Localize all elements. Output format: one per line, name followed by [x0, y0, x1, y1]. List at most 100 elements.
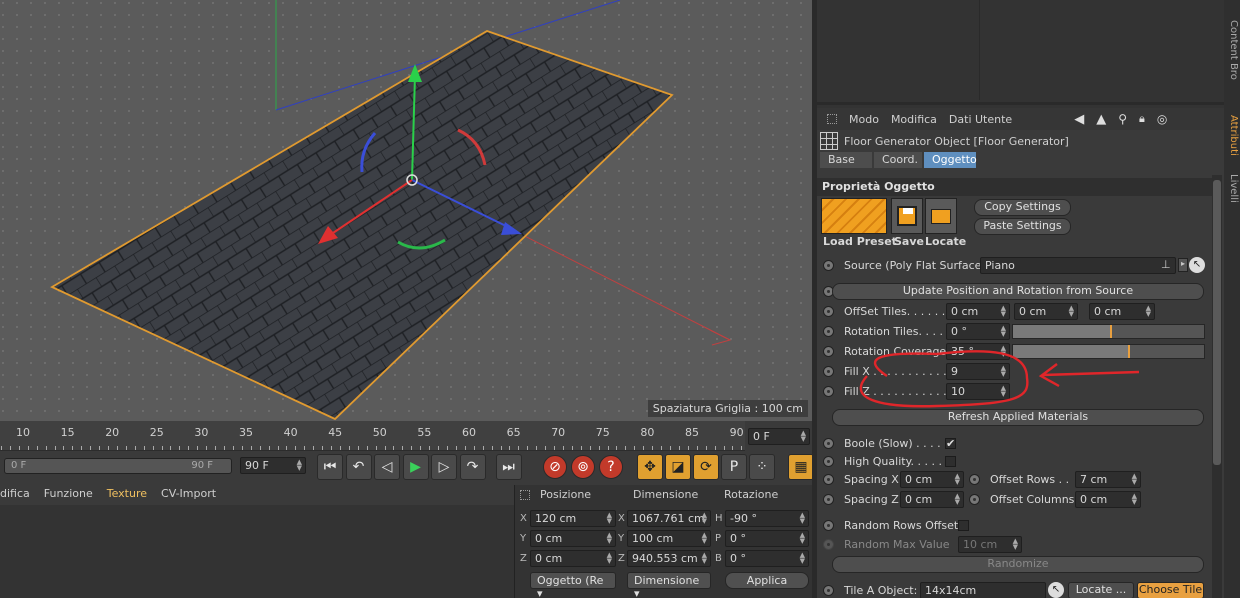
prev-frame-button[interactable]: ◁ — [374, 454, 400, 480]
tab-livelli[interactable]: Livelli — [1225, 170, 1239, 206]
grip-icon — [520, 490, 530, 500]
3d-viewport[interactable]: Spaziatura Griglia : 100 cm — [0, 0, 812, 421]
prev-key-button[interactable]: ↶ — [345, 454, 372, 480]
ruler-tick — [545, 446, 546, 450]
timeline-panel[interactable]: 10 15 20 25 30 35 40 45 50 55 60 65 70 75 80 85 90 0 F ▲… — [0, 421, 814, 485]
ruler-tick-label: 70 — [551, 426, 566, 439]
play-button[interactable]: ▶ — [402, 454, 429, 480]
frame-range-slider[interactable]: 0 F 90 F — [4, 458, 232, 474]
axis-label: Y — [520, 533, 527, 544]
ruler-tick — [295, 446, 296, 450]
ruler-tick — [349, 446, 350, 450]
ruler-tick — [501, 446, 502, 450]
next-key-button[interactable]: ↷ — [459, 454, 486, 480]
ruler-tick — [420, 446, 421, 450]
grid-spacing-label: Spaziatura Griglia : 100 cm — [647, 400, 808, 417]
ruler-tick — [197, 446, 198, 450]
menu-funzione[interactable]: Funzione — [44, 487, 93, 505]
ruler-tick — [206, 446, 207, 450]
coord-mode-value: Oggetto (Re — [537, 574, 604, 587]
ruler-tick-label: 35 — [239, 426, 253, 439]
ruler-tick — [581, 446, 582, 450]
end-frame-field[interactable]: 90 F ▲ ▼ — [240, 457, 306, 474]
ruler-tick-label: 90 — [729, 426, 744, 439]
axis-label: X — [618, 513, 625, 524]
goto-end-button[interactable]: ⏭ — [495, 454, 522, 480]
rotate-tool-icon[interactable]: ⟳ — [693, 454, 719, 480]
chevron-down-icon: ▾ — [634, 587, 640, 598]
tab-attributi[interactable]: Attributi — [1225, 110, 1239, 160]
position-field[interactable]: 0 cm ▲ ▼ — [530, 550, 616, 567]
menu-cv-import[interactable]: CV-Import — [161, 487, 216, 505]
ruler-tick — [732, 446, 733, 450]
ruler-tick — [251, 446, 252, 450]
size-field[interactable]: 100 cm ▲ ▼ — [627, 530, 711, 547]
ruler-tick — [117, 446, 118, 450]
rotation-field[interactable]: -90 ° ▲ ▼ — [725, 510, 809, 527]
position-field-value: 120 cm — [535, 512, 577, 525]
ruler-tick — [715, 446, 716, 450]
chevron-down-icon: ▾ — [537, 587, 543, 598]
axis-label: Z — [618, 553, 625, 564]
move-tool-icon[interactable]: ✥ — [637, 454, 663, 480]
rotation-field-value: 0 ° — [730, 532, 746, 545]
ruler-tick-label: 75 — [595, 426, 610, 439]
rotation-field[interactable]: 0 ° ▲ ▼ — [725, 550, 809, 567]
ruler-tick — [278, 446, 279, 450]
menu-texture[interactable]: Texture — [107, 487, 147, 505]
param-tool-icon[interactable]: P — [721, 454, 747, 480]
apply-button[interactable]: Applica — [725, 572, 809, 589]
goto-start-button[interactable]: ⏮ — [317, 454, 343, 480]
ruler-tick — [536, 446, 537, 450]
ruler-tick-label: 85 — [685, 426, 699, 439]
ruler-tick — [527, 446, 528, 450]
size-field[interactable]: 1067.761 cm ▲ ▼ — [627, 510, 711, 527]
size-field-value: 940.553 cm — [632, 552, 698, 565]
annotation-arrow-shaft — [1042, 370, 1140, 377]
ruler-tick — [367, 446, 368, 450]
scale-tool-icon[interactable]: ◪ — [665, 454, 691, 480]
ruler-tick — [19, 446, 20, 450]
coord-size-select[interactable]: Dimensione ▾ — [627, 572, 711, 598]
ruler-tick — [269, 446, 270, 450]
timeline-ruler[interactable]: 10 15 20 25 30 35 40 45 50 55 60 65 70 75 80 85 90 — [0, 421, 745, 451]
attribute-scrollbar[interactable] — [1212, 175, 1222, 598]
position-field[interactable]: 120 cm ▲ ▼ — [530, 510, 616, 527]
keyframe-help-button[interactable]: ? — [599, 455, 623, 479]
ruler-tick — [402, 446, 403, 450]
next-frame-button[interactable]: ▷ — [431, 454, 457, 480]
ruler-tick — [81, 446, 82, 450]
ruler-tick — [456, 446, 457, 450]
ruler-tick — [643, 446, 644, 450]
ruler-tick — [63, 446, 64, 450]
ruler-tick — [304, 446, 305, 450]
ruler-tick — [563, 446, 564, 450]
coordinates-manager: Posizione Dimensione Rotazione X 120 cm ▲ ▼… — [516, 485, 812, 598]
ruler-tick — [242, 446, 243, 450]
ruler-tick — [153, 446, 154, 450]
axis-label: Y — [618, 533, 625, 544]
ruler-tick — [697, 446, 698, 450]
ruler-tick — [358, 446, 359, 450]
ruler-tick-label: 30 — [194, 426, 209, 439]
coord-mode-select[interactable]: Oggetto (Re ▾ — [530, 572, 616, 598]
size-field[interactable]: 940.553 cm ▲ ▼ — [627, 550, 711, 567]
position-field[interactable]: 0 cm ▲ ▼ — [530, 530, 616, 547]
rotation-field[interactable]: 0 ° ▲ ▼ — [725, 530, 809, 547]
film-icon[interactable]: ▦ — [788, 454, 814, 480]
scrollbar-thumb[interactable] — [1213, 180, 1221, 465]
record-key-button[interactable]: ⊘ — [543, 455, 567, 479]
ruler-tick — [706, 446, 707, 450]
tab-content-browser[interactable]: Content Bro — [1225, 10, 1239, 90]
size-field-value: 1067.761 cm — [632, 512, 705, 525]
position-field-value: 0 cm — [535, 552, 563, 565]
size-field-value: 100 cm — [632, 532, 674, 545]
menu-modifica[interactable]: difica — [0, 487, 30, 505]
rotation-field-value: 0 ° — [730, 552, 746, 565]
autokey-button[interactable]: ⊚ — [571, 455, 595, 479]
pla-tool-icon[interactable]: ⁘ — [749, 454, 775, 480]
ruler-tick — [599, 446, 600, 450]
ruler-tick — [260, 446, 261, 450]
current-frame-field[interactable]: 0 F ▲ ▼ — [748, 428, 810, 445]
ruler-tick — [188, 446, 189, 450]
